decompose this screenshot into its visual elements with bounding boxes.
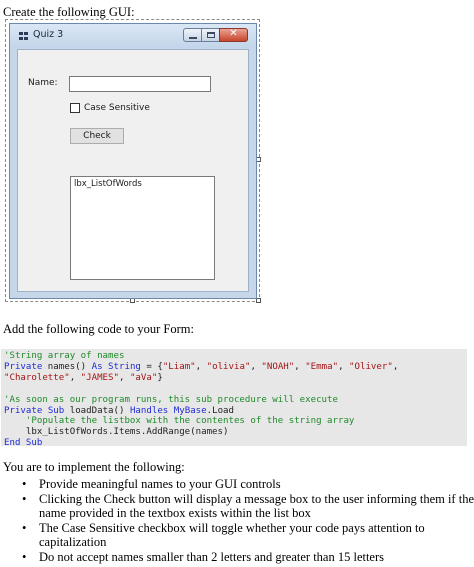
form-icon bbox=[19, 32, 29, 41]
close-button[interactable]: ✕ bbox=[219, 28, 248, 42]
maximize-button[interactable] bbox=[201, 28, 220, 42]
case-sensitive-checkbox[interactable] bbox=[70, 103, 80, 113]
title-bar: Quiz 3 ✕ bbox=[10, 24, 256, 48]
intro-text: Create the following GUI: bbox=[3, 5, 135, 19]
code-comment: 'String array of names bbox=[4, 351, 125, 361]
check-button[interactable]: Check bbox=[70, 128, 124, 144]
list-item: The Case Sensitive checkbox will toggle … bbox=[0, 521, 474, 550]
list-item: Clicking the Check button will display a… bbox=[0, 492, 474, 521]
window-buttons: ✕ bbox=[183, 28, 248, 42]
code-line: lbx_ListOfWords.Items.AddRange(names) bbox=[4, 427, 229, 438]
name-label: Name: bbox=[28, 78, 58, 88]
minimize-icon bbox=[189, 37, 197, 39]
maximize-icon bbox=[207, 32, 215, 38]
window-title: Quiz 3 bbox=[33, 29, 64, 40]
tasks-intro-text: You are to implement the following: bbox=[3, 460, 185, 474]
quiz-window: Quiz 3 ✕ Name: Case Sensitive Check lbx_… bbox=[9, 23, 257, 299]
close-icon: ✕ bbox=[229, 28, 238, 39]
words-listbox[interactable]: lbx_ListOfWords bbox=[70, 176, 215, 280]
form-client-area: Name: Case Sensitive Check lbx_ListOfWor… bbox=[17, 49, 249, 292]
list-item: Provide meaningful names to your GUI con… bbox=[0, 477, 474, 492]
code-comment: 'As soon as our program runs, this sub p… bbox=[4, 394, 338, 405]
name-textbox[interactable] bbox=[69, 76, 211, 92]
list-item: Do not accept names smaller than 2 lette… bbox=[0, 550, 474, 565]
task-list: Provide meaningful names to your GUI con… bbox=[0, 477, 474, 564]
form-designer: Quiz 3 ✕ Name: Case Sensitive Check lbx_… bbox=[5, 19, 261, 304]
listbox-name-text: lbx_ListOfWords bbox=[74, 179, 142, 189]
code-block: 'String array of names Private names() A… bbox=[1, 349, 467, 448]
code-comment: 'Populate the listbox with the contentes… bbox=[4, 416, 355, 427]
minimize-button[interactable] bbox=[183, 28, 202, 42]
code-intro-text: Add the following code to your Form: bbox=[3, 322, 194, 336]
case-sensitive-label: Case Sensitive bbox=[84, 103, 150, 113]
